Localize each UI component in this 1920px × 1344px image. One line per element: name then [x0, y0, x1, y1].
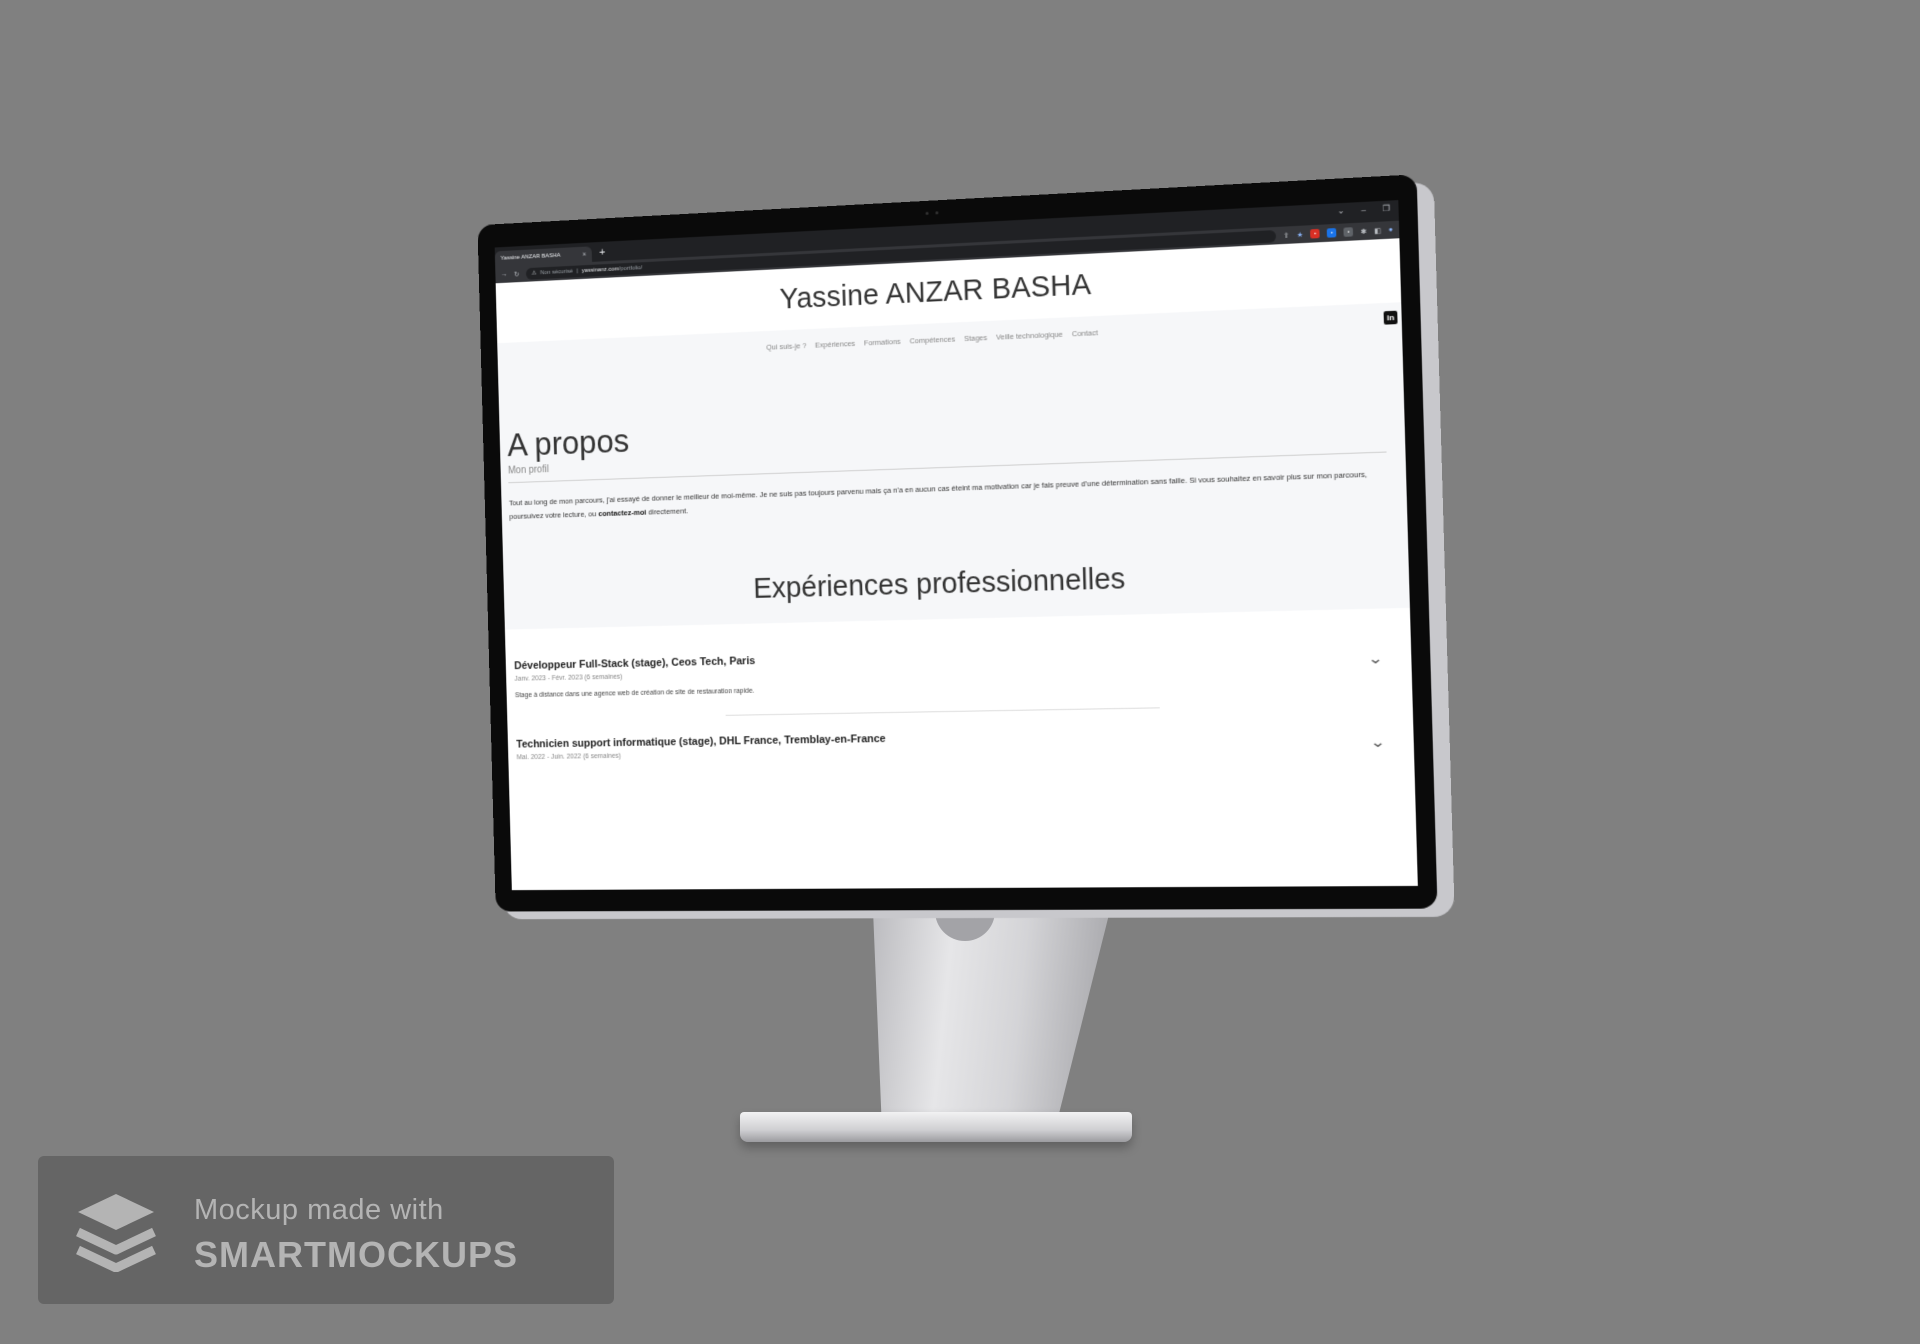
star-icon[interactable]: ★	[1297, 230, 1304, 239]
about-section: Qui suis-je ? Expériences Formations Com…	[497, 302, 1410, 630]
new-tab-button[interactable]: +	[599, 247, 605, 259]
profile-icon[interactable]: ●	[1388, 226, 1393, 233]
about-text: Tout au long de mon parcours, j'ai essay…	[509, 467, 1388, 524]
smartmockups-badge: Mockup made with SMARTMOCKUPS	[38, 1156, 614, 1304]
url-path: /portfolio/	[618, 264, 643, 272]
extension-icons: ⇪ ★ ▪ ▪ ▪ ✱ ◧ ●	[1283, 225, 1393, 240]
close-icon[interactable]: ×	[582, 251, 586, 258]
about-text-end: directement.	[646, 506, 689, 517]
monitor-bezel: Yassine ANZAR BASHA × + ⌄ – ❐ → ↻ ⚠ Non …	[477, 174, 1438, 912]
badge-caption: Mockup made with	[194, 1194, 444, 1226]
badge-brand: SMARTMOCKUPS	[194, 1234, 518, 1275]
nav-item-qui-suis-je[interactable]: Qui suis-je ?	[766, 341, 806, 352]
monitor: Yassine ANZAR BASHA × + ⌄ – ❐ → ↻ ⚠ Non …	[465, 174, 1455, 920]
site-title: Yassine ANZAR BASHA	[779, 268, 1092, 316]
tab-title: Yassine ANZAR BASHA	[500, 252, 561, 262]
back-arrow-icon[interactable]: →	[501, 271, 508, 278]
linkedin-icon[interactable]: in	[1383, 310, 1398, 325]
chevron-down-icon[interactable]: ⌄	[1370, 733, 1387, 751]
screen: Yassine ANZAR BASHA × + ⌄ – ❐ → ↻ ⚠ Non …	[494, 200, 1418, 891]
nav-item-contact[interactable]: Contact	[1072, 328, 1098, 338]
chevron-down-icon[interactable]: ⌄	[1367, 650, 1384, 668]
experience-list: Développeur Full-Stack (stage), Ceos Tec…	[504, 607, 1415, 791]
list-item[interactable]: Technicien support informatique (stage),…	[516, 725, 1391, 790]
minimize-icon[interactable]: –	[1361, 205, 1366, 215]
window-controls: ⌄ – ❐	[1337, 204, 1390, 216]
list-item[interactable]: Développeur Full-Stack (stage), Ceos Tec…	[514, 641, 1389, 718]
nav-item-competences[interactable]: Compétences	[909, 334, 955, 345]
maximize-icon[interactable]: ❐	[1382, 204, 1390, 214]
layers-icon	[76, 1194, 156, 1272]
web-page: Yassine ANZAR BASHA in Qui suis-je ? Exp…	[495, 238, 1418, 890]
nav-item-experiences[interactable]: Expériences	[815, 339, 855, 350]
url-host: yassinanz.com	[581, 265, 620, 274]
security-status: Non sécurisé	[540, 268, 573, 276]
warning-icon[interactable]: ⚠	[531, 270, 536, 277]
tab-search-icon[interactable]: ⌄	[1337, 206, 1344, 216]
share-icon[interactable]: ⇪	[1283, 231, 1289, 239]
pdf-extension-icon[interactable]: ▪	[1310, 228, 1320, 239]
url-divider: |	[576, 267, 579, 274]
nav-item-formations[interactable]: Formations	[864, 337, 901, 348]
mockup-stage: Yassine ANZAR BASHA × + ⌄ – ❐ → ↻ ⚠ Non …	[0, 0, 1920, 1344]
camera-icon	[925, 211, 940, 216]
reload-icon[interactable]: ↻	[514, 270, 520, 278]
sidepanel-icon[interactable]: ◧	[1374, 226, 1381, 235]
extension-icon[interactable]: ▪	[1326, 228, 1337, 238]
monitor-stand-base	[740, 1112, 1132, 1142]
experiences-title: Expériences professionnelles	[752, 563, 1126, 605]
extension-icon[interactable]: ▪	[1343, 227, 1354, 237]
monitor-body: Yassine ANZAR BASHA × + ⌄ – ❐ → ↻ ⚠ Non …	[477, 174, 1455, 921]
nav-item-stages[interactable]: Stages	[964, 333, 987, 343]
contact-link[interactable]: contactez-moi	[598, 508, 646, 518]
extensions-icon[interactable]: ✱	[1360, 227, 1366, 236]
nav-item-veille[interactable]: Veille technologique	[996, 330, 1063, 342]
